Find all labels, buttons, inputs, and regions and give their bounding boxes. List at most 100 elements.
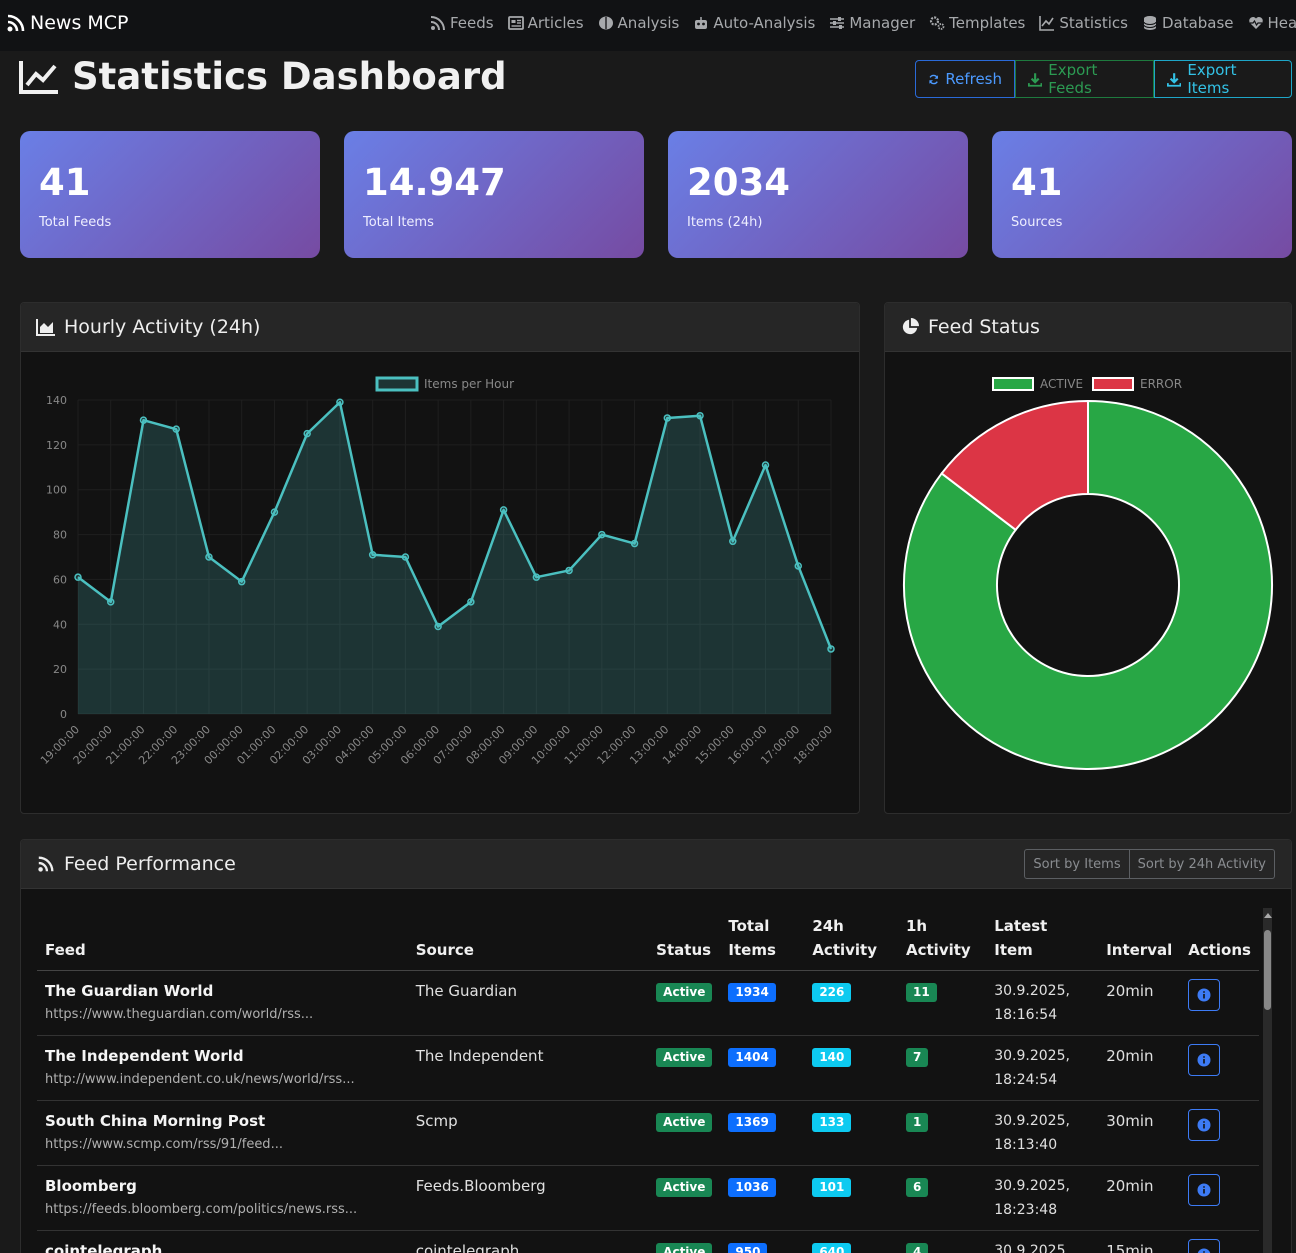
activity-1h-badge: 7 (906, 1048, 929, 1067)
info-icon (1197, 1053, 1211, 1067)
stat-card-items-24h: 2034 Items (24h) (668, 131, 968, 258)
interval-cell: 20min (1098, 1165, 1181, 1231)
sliders-icon (830, 17, 845, 29)
stat-label: Total Items (363, 215, 434, 230)
info-button[interactable] (1188, 1044, 1221, 1076)
activity-24h-badge: 101 (812, 1178, 852, 1197)
activity-24h-cell: 140 (804, 1035, 898, 1101)
col-feed[interactable]: Feed (37, 906, 408, 971)
col-latest-item[interactable]: Latest Item (986, 906, 1099, 971)
col-interval[interactable]: Interval (1098, 906, 1181, 971)
nav-item-statistics[interactable]: Statistics (1039, 14, 1128, 32)
status-badge: Active (656, 1048, 713, 1067)
feed-status-card: Feed Status ACTIVE ERROR (884, 302, 1292, 814)
sort-by-items-button[interactable]: Sort by Items (1024, 849, 1130, 879)
legend-label: ERROR (1140, 377, 1182, 391)
page-title-text: Statistics Dashboard (72, 55, 507, 98)
data-point (401, 553, 410, 561)
feed-name[interactable]: The Guardian World (45, 979, 400, 1003)
col-1h-activity[interactable]: 1h Activity (898, 906, 987, 971)
actions-cell (1180, 970, 1259, 1036)
interval-cell: 15min (1098, 1230, 1181, 1253)
nav-item-database[interactable]: Database (1142, 14, 1234, 32)
status-badge: Active (656, 1178, 713, 1197)
feed-cell: Bloomberg https://feeds.bloomberg.com/pol… (37, 1165, 408, 1231)
y-tick-label: 120 (46, 439, 67, 452)
performance-table: Feed Source Status Total Items 24h Activit… (37, 906, 1259, 1253)
col-source[interactable]: Source (407, 906, 649, 971)
heartbeat-icon (1248, 17, 1263, 29)
info-button[interactable] (1188, 1109, 1221, 1141)
feed-cell: The Independent World http://www.independ… (37, 1035, 408, 1101)
feed-name[interactable]: The Independent World (45, 1044, 400, 1068)
chart-line-icon (1039, 16, 1055, 31)
col-status[interactable]: Status (648, 906, 721, 971)
info-icon (1197, 988, 1211, 1002)
nav-label: Database (1161, 14, 1234, 32)
feed-status-chart: ACTIVE ERROR (903, 377, 1273, 770)
actions-cell (1180, 1165, 1259, 1231)
scrollbar-thumb[interactable] (1264, 930, 1271, 1010)
export-items-button[interactable]: Export Items (1154, 60, 1292, 98)
sort-by-activity-button[interactable]: Sort by 24h Activity (1129, 849, 1275, 879)
newspaper-icon (507, 16, 524, 30)
hourly-activity-card: Hourly Activity (24h) 0 20 40 60 80 100 120 140… (20, 302, 860, 814)
total-items-badge: 950 (728, 1243, 768, 1253)
robot-icon (695, 17, 708, 29)
data-point (565, 566, 573, 575)
info-button[interactable] (1188, 1239, 1221, 1253)
stat-card-total-feeds: 41 Total Feeds (20, 131, 320, 258)
latest-item-cell: 30.9.2025, 18:23:48 (986, 1165, 1099, 1231)
table-scrollbar[interactable] (1262, 908, 1272, 1253)
info-button[interactable] (1188, 1174, 1221, 1206)
legend-label: ACTIVE (1040, 377, 1083, 391)
nav-item-articles[interactable]: Articles (507, 14, 584, 32)
nav-label: Feeds (450, 14, 494, 32)
nav-item-auto-analysis[interactable]: Auto-Analysis (693, 14, 815, 32)
col-total-items[interactable]: Total Items (720, 906, 805, 971)
latest-item-cell: 30.9.2025, 18:16:54 (986, 970, 1099, 1036)
data-point (205, 553, 213, 561)
total-items-cell: 950 (720, 1230, 805, 1253)
export-feeds-button[interactable]: Export Feeds (1015, 60, 1154, 98)
feed-name[interactable]: South China Morning Post (45, 1109, 400, 1133)
info-button[interactable] (1188, 979, 1221, 1011)
nav-item-analysis[interactable]: Analysis (598, 14, 679, 32)
status-cell: Active (648, 1100, 721, 1166)
nav-item-manager[interactable]: Manager (829, 14, 915, 32)
cogs-icon (930, 16, 945, 30)
scroll-up-arrow-icon[interactable] (1263, 911, 1273, 921)
feed-cell: The Guardian World https://www.theguardia… (37, 970, 408, 1036)
feed-url: https://www.theguardian.com/world/rss... (45, 1007, 314, 1022)
rss-icon (430, 16, 445, 31)
card-title: Hourly Activity (24h) (64, 316, 261, 338)
data-point (106, 598, 115, 606)
stat-value: 14.947 (363, 161, 506, 204)
nav-item-templates[interactable]: Templates (929, 14, 1025, 32)
brand-link[interactable]: News MCP (6, 12, 129, 34)
col-24h-activity[interactable]: 24h Activity (804, 906, 898, 971)
refresh-button[interactable]: Refresh (915, 60, 1015, 98)
data-point (336, 398, 344, 406)
col-label: Activity (812, 941, 877, 959)
source-cell: cointelegraph (407, 1230, 649, 1253)
stat-card-total-items: 14.947 Total Items (344, 131, 644, 258)
col-label: Items (728, 941, 776, 959)
rss-icon (38, 856, 54, 872)
data-point (630, 539, 639, 548)
hourly-activity-chart: 02040608010012014019:00:0020:00:0021:00:… (38, 376, 835, 767)
data-point (794, 562, 803, 570)
status-cell: Active (648, 970, 721, 1036)
nav-item-health[interactable]: Health (1248, 14, 1296, 32)
nav-item-feeds[interactable]: Feeds (430, 14, 494, 32)
table-header-row: Feed Source Status Total Items 24h Activit… (37, 906, 1259, 971)
latest-date: 30.9.2025, (994, 1048, 1070, 1064)
y-tick-label: 100 (46, 484, 67, 497)
total-items-badge: 1036 (728, 1178, 776, 1197)
nav-menu: Feeds Articles Analysis Auto-Analysis Ma… (430, 14, 1296, 32)
feed-name[interactable]: Bloomberg (45, 1174, 400, 1198)
feed-name[interactable]: cointelegraph (45, 1239, 400, 1253)
data-point (663, 414, 672, 422)
latest-date: 30.9.2025, (994, 983, 1070, 999)
status-badge: Active (656, 983, 713, 1002)
